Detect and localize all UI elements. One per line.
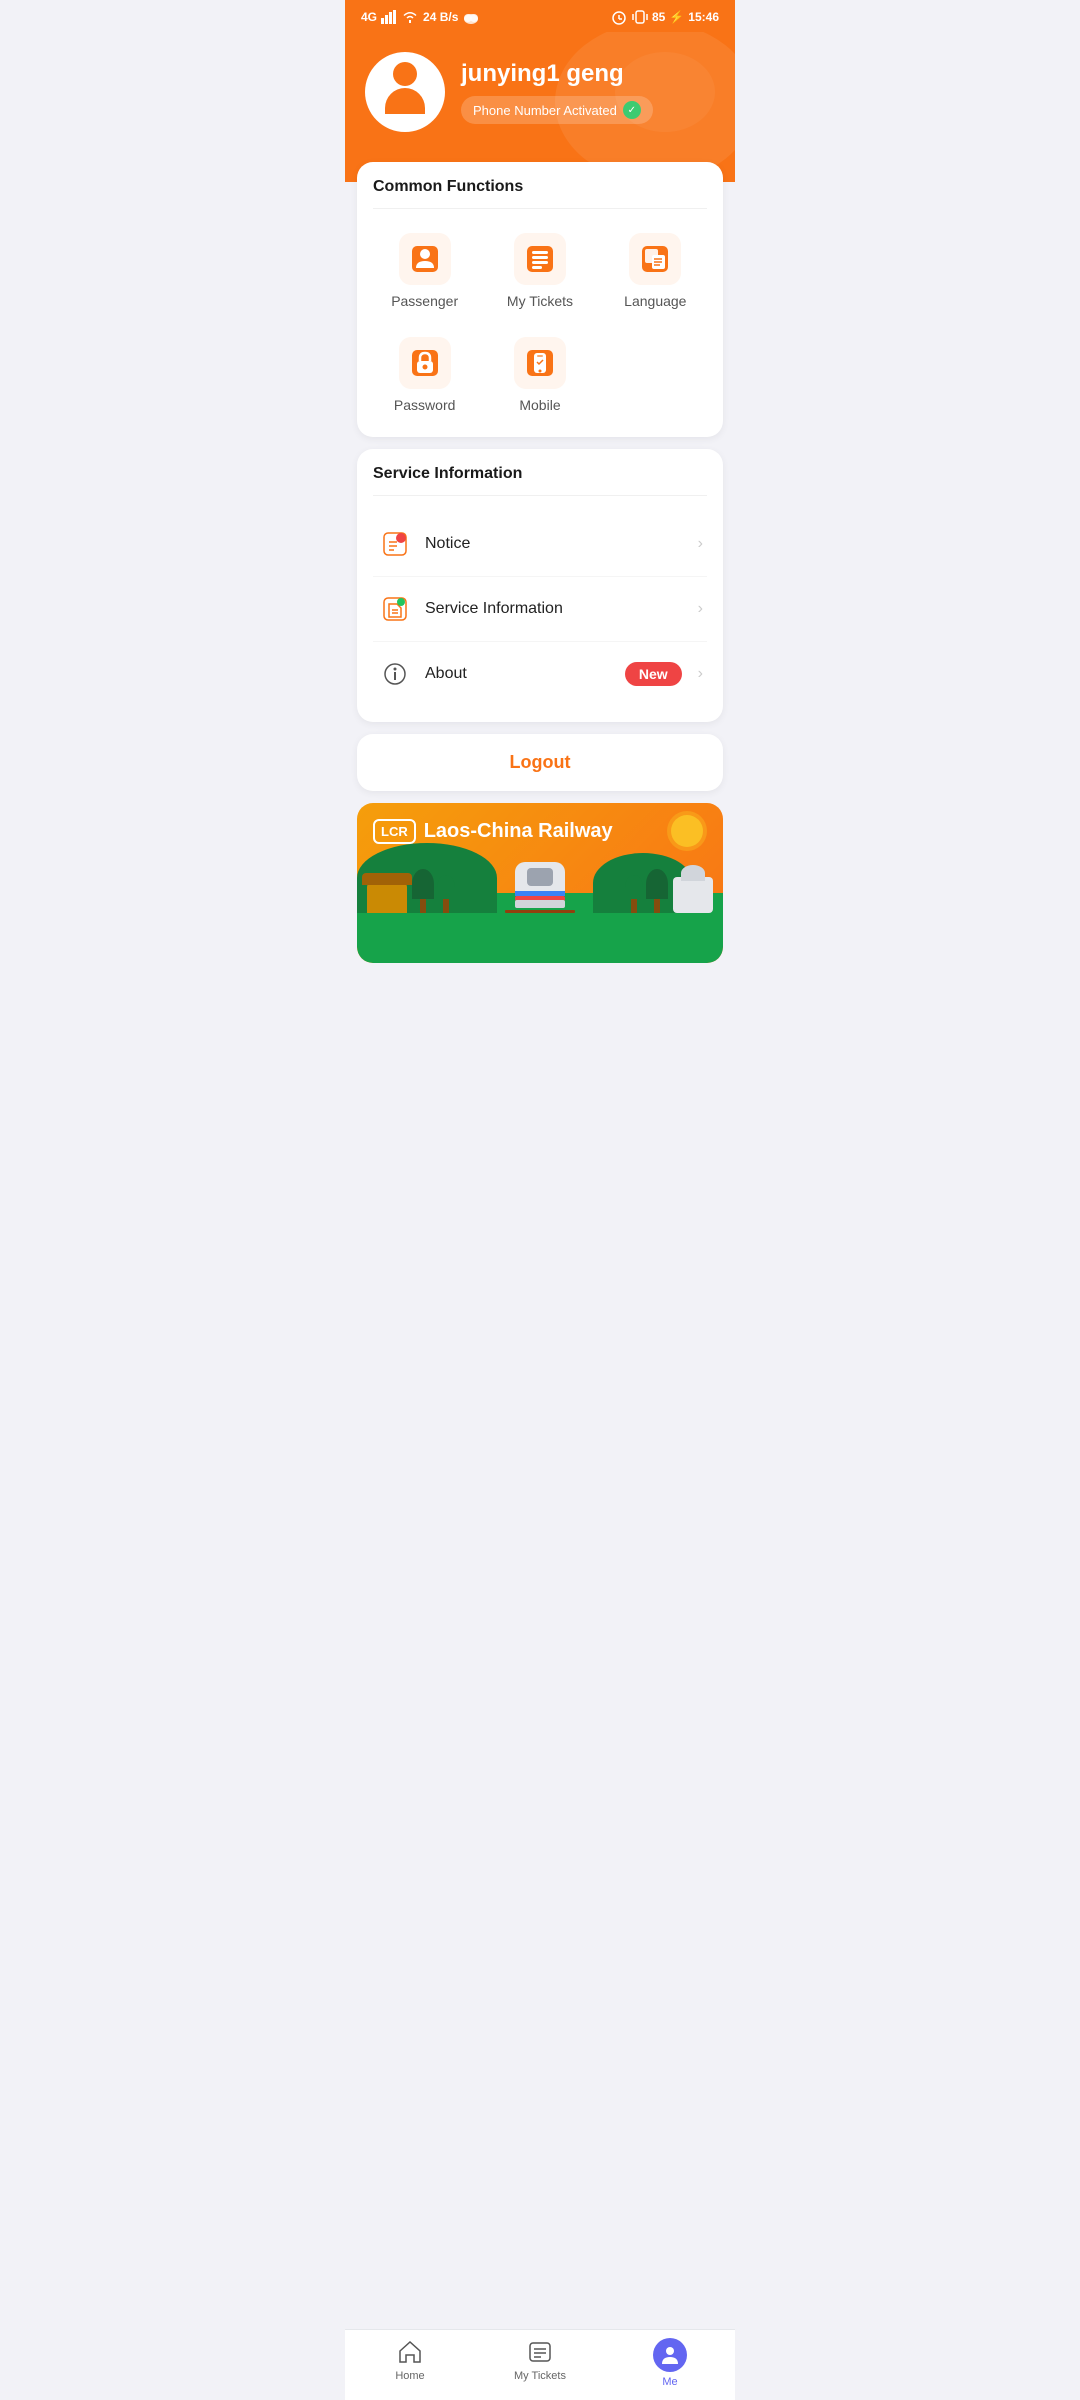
alarm-icon bbox=[610, 9, 628, 25]
service-list: Notice › Service Information › bbox=[373, 512, 707, 706]
password-icon-bg bbox=[399, 337, 451, 389]
logout-button[interactable]: Logout bbox=[510, 752, 571, 772]
banner-train bbox=[505, 858, 575, 918]
common-functions-card: Common Functions Passenger bbox=[357, 162, 723, 437]
mobile-icon-bg bbox=[514, 337, 566, 389]
vibrate-icon bbox=[632, 9, 648, 25]
mobile-label: Mobile bbox=[519, 397, 560, 413]
language-label: Language bbox=[624, 293, 686, 309]
home-icon bbox=[396, 2338, 424, 2366]
service-info-chevron: › bbox=[698, 600, 703, 618]
profile-row: junying1 geng Phone Number Activated ✓ bbox=[365, 52, 715, 132]
passenger-icon-bg bbox=[399, 233, 451, 285]
nav-my-tickets-label: My Tickets bbox=[514, 2370, 566, 2382]
nav-me[interactable]: Me bbox=[605, 2338, 735, 2388]
about-chevron: › bbox=[698, 665, 703, 683]
profile-name: junying1 geng bbox=[461, 60, 653, 88]
time: 15:46 bbox=[688, 10, 719, 24]
new-badge: New bbox=[625, 662, 682, 686]
lcr-logo: LCR bbox=[373, 819, 416, 844]
tree-1 bbox=[412, 869, 434, 913]
about-icon bbox=[377, 656, 413, 692]
common-functions-title: Common Functions bbox=[373, 178, 707, 209]
language-icon bbox=[640, 244, 670, 274]
banner-title: Laos-China Railway bbox=[424, 820, 613, 843]
cloud-icon bbox=[462, 8, 480, 26]
notice-chevron: › bbox=[698, 535, 703, 553]
banner-sun bbox=[671, 815, 703, 847]
language-icon-bg bbox=[629, 233, 681, 285]
nav-my-tickets[interactable]: My Tickets bbox=[475, 2338, 605, 2388]
banner-logo: LCR Laos-China Railway bbox=[373, 819, 613, 844]
banner-temple bbox=[367, 883, 407, 913]
notice-icon bbox=[377, 526, 413, 562]
status-bar: 4G 24 B/s 85 ⚡ 1 bbox=[345, 0, 735, 32]
service-info-label: Service Information bbox=[425, 600, 686, 618]
service-information-title: Service Information bbox=[373, 465, 707, 496]
nav-me-label: Me bbox=[662, 2376, 677, 2388]
passenger-icon bbox=[410, 244, 440, 274]
my-tickets-icon bbox=[525, 244, 555, 274]
logout-card[interactable]: Logout bbox=[357, 734, 723, 791]
my-tickets-label: My Tickets bbox=[507, 293, 573, 309]
tree-3 bbox=[646, 869, 668, 913]
service-info-icon bbox=[377, 591, 413, 627]
service-item-service-info[interactable]: Service Information › bbox=[373, 577, 707, 642]
wifi-icon bbox=[401, 10, 419, 24]
notice-label: Notice bbox=[425, 535, 686, 553]
service-item-about[interactable]: About New › bbox=[373, 642, 707, 706]
profile-info: junying1 geng Phone Number Activated ✓ bbox=[461, 60, 653, 124]
function-password[interactable]: Password bbox=[373, 329, 476, 421]
bottom-nav: Home My Tickets Me bbox=[345, 2329, 735, 2400]
banner-content: LCR Laos-China Railway bbox=[357, 803, 723, 963]
phone-badge-text: Phone Number Activated bbox=[473, 103, 617, 118]
about-label: About bbox=[425, 665, 613, 683]
data-speed: 24 B/s bbox=[423, 10, 458, 24]
profile-header: junying1 geng Phone Number Activated ✓ bbox=[345, 32, 735, 182]
battery-percent: 85 bbox=[652, 10, 665, 24]
password-icon bbox=[410, 348, 440, 378]
service-item-notice[interactable]: Notice › bbox=[373, 512, 707, 577]
mobile-icon bbox=[525, 348, 555, 378]
nav-tickets-icon bbox=[526, 2338, 554, 2366]
service-information-card: Service Information Notice › bbox=[357, 449, 723, 722]
battery-icon: ⚡ bbox=[669, 10, 684, 24]
nav-home-label: Home bbox=[395, 2370, 424, 2382]
functions-grid: Passenger My Tickets bbox=[373, 225, 707, 421]
me-icon bbox=[653, 2338, 687, 2372]
passenger-label: Passenger bbox=[391, 293, 458, 309]
banner-card[interactable]: LCR Laos-China Railway bbox=[357, 803, 723, 963]
tree-4 bbox=[625, 875, 643, 913]
tree-2 bbox=[437, 875, 455, 913]
phone-badge: Phone Number Activated ✓ bbox=[461, 96, 653, 124]
banner-monument bbox=[673, 877, 713, 913]
status-left: 4G 24 B/s bbox=[361, 8, 480, 26]
password-label: Password bbox=[394, 397, 455, 413]
signal-bars-icon bbox=[381, 10, 397, 24]
function-passenger[interactable]: Passenger bbox=[373, 225, 476, 317]
function-mobile[interactable]: Mobile bbox=[488, 329, 591, 421]
function-my-tickets[interactable]: My Tickets bbox=[488, 225, 591, 317]
check-icon: ✓ bbox=[623, 101, 641, 119]
function-language[interactable]: Language bbox=[604, 225, 707, 317]
avatar[interactable] bbox=[365, 52, 445, 132]
signal-text: 4G bbox=[361, 10, 377, 24]
my-tickets-icon-bg bbox=[514, 233, 566, 285]
status-right: 85 ⚡ 15:46 bbox=[610, 9, 719, 25]
nav-home[interactable]: Home bbox=[345, 2338, 475, 2388]
